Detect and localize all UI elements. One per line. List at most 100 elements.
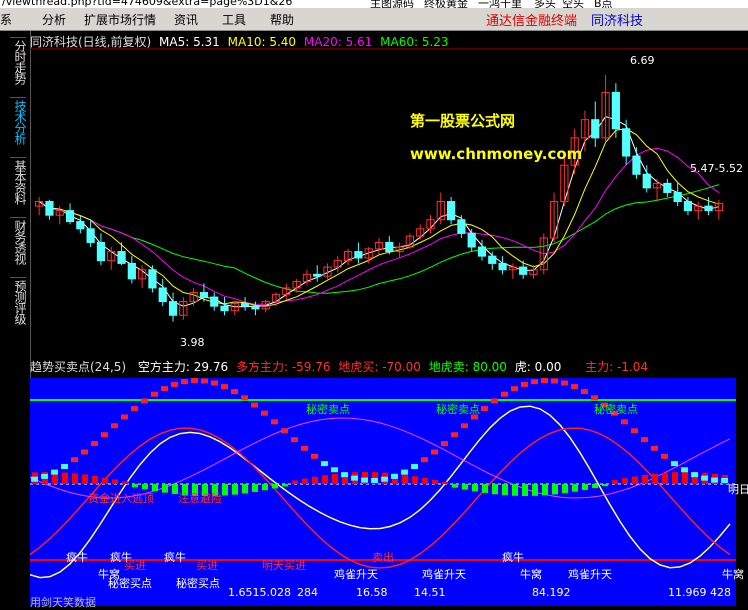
signal-caution: 注意避险 [178, 492, 222, 505]
address-link-3[interactable]: 一鸿千里 [478, 0, 522, 8]
menu-item-help[interactable]: 帮助 [270, 11, 294, 28]
trend-block [281, 428, 288, 434]
trend-block [101, 432, 108, 438]
trend-block [381, 476, 388, 482]
dihu-buy-value: 地虎买: -70.00 [338, 360, 421, 374]
tab-fundamentals[interactable]: 基本资料 [10, 157, 27, 218]
trend-block [411, 463, 418, 469]
signal-secret-sell-1: 秘密卖点 [306, 403, 350, 416]
histogram-bar [242, 484, 248, 494]
trend-block [591, 395, 598, 401]
duofang-value: 多方主力: -59.76 [235, 360, 331, 374]
menu-item-tools[interactable]: 工具 [222, 11, 246, 28]
ma10-line [38, 128, 720, 307]
histogram-bar [322, 475, 328, 484]
signal-top-sell: 卖出 [372, 551, 394, 564]
signal-niu-3: 疯牛 [164, 551, 186, 564]
trend-block [131, 406, 138, 412]
address-link-1[interactable]: 主图源码 [370, 0, 414, 8]
trend-block [461, 423, 468, 429]
trend-block [51, 469, 58, 475]
address-url[interactable]: /viewthread.php?tid=474609&extra=page%3D… [2, 0, 292, 8]
histogram-bar [612, 480, 618, 484]
histogram-bar [522, 484, 528, 496]
histogram-bar [132, 484, 138, 488]
menu-item-news[interactable]: 资讯 [174, 11, 198, 28]
histogram-bar [542, 484, 548, 496]
indicator-name: 趋势买卖点(24,5) [30, 360, 127, 374]
trend-block [501, 391, 508, 397]
bottom-value-5: 84.192 [532, 586, 571, 599]
histogram-bar [632, 476, 638, 484]
histogram-bar [642, 474, 648, 484]
histogram-bar [262, 484, 268, 491]
address-link-5[interactable]: 空头 [562, 0, 584, 8]
stock-title: 同济科技 [591, 14, 644, 29]
trend-block [311, 453, 318, 459]
trend-block [691, 472, 698, 478]
histogram-bar [222, 484, 228, 496]
candle-body [354, 251, 363, 259]
menu-item-analysis[interactable]: 分析 [42, 11, 66, 28]
candle-body [591, 119, 600, 139]
trend-block [261, 410, 268, 416]
signal-secret-sell-2: 秘密卖点 [436, 403, 480, 416]
menu-item-market[interactable]: 扩展市场行情 [84, 11, 156, 28]
histogram-bar [142, 484, 148, 490]
trend-block [481, 406, 488, 412]
candle-body [457, 219, 466, 234]
histogram-bar [562, 484, 568, 494]
trend-block [551, 378, 558, 384]
trend-block [321, 461, 328, 467]
trend-block [271, 419, 278, 425]
candle-body [498, 262, 507, 271]
histogram-bar [652, 473, 658, 484]
address-link-2[interactable]: 终极黄金 [424, 0, 468, 8]
trend-block [511, 386, 518, 392]
address-link-4[interactable]: 多头 [534, 0, 556, 8]
tab-technical[interactable]: 技术分析 [10, 97, 27, 158]
trend-block [531, 379, 538, 385]
menu-item-system[interactable]: 系 [0, 11, 12, 28]
tab-finance[interactable]: 财务透视 [10, 217, 27, 278]
trend-block [171, 381, 178, 387]
signal-niu-1: 疯牛 [66, 551, 88, 564]
main-chart-header: 同济科技(日线,前复权) MA5: 5.31 MA10: 5.40 MA20: … [30, 33, 449, 49]
low-price-label: 3.98 [180, 336, 205, 349]
histogram-bar [252, 484, 258, 492]
watermark-url: www.chnmoney.com [410, 145, 583, 163]
histogram-bar [452, 484, 458, 488]
candle-body [704, 205, 713, 212]
histogram-bar [92, 475, 98, 484]
trend-block [721, 477, 728, 483]
histogram-bar [292, 480, 298, 484]
candlestick-chart[interactable] [30, 48, 748, 348]
histogram-bar [112, 479, 118, 484]
trend-block [541, 378, 548, 384]
trend-block [291, 437, 298, 443]
candle-body [251, 305, 260, 310]
trend-block [41, 473, 48, 479]
address-bar[interactable]: /viewthread.php?tid=474609&extra=page%3D… [0, 0, 748, 8]
tab-forecast[interactable]: 预测评级 [10, 277, 27, 338]
bottom-value-1: 1.6515.028 [228, 586, 291, 599]
trend-block [491, 398, 498, 404]
trend-block [621, 419, 628, 425]
candle-body [158, 287, 167, 303]
histogram-bar [482, 484, 488, 493]
trend-block [441, 441, 448, 447]
address-link-6[interactable]: B点 [594, 0, 613, 8]
signal-que-3: 鸡雀升天 [568, 568, 612, 581]
candle-body [477, 246, 487, 257]
trend-block [641, 437, 648, 443]
histogram-bar [162, 484, 168, 493]
tab-intraday[interactable]: 分时走势 [10, 37, 27, 98]
trend-block [561, 380, 568, 386]
ma20-line [38, 147, 720, 305]
trend-block [141, 398, 148, 404]
histogram-bar [512, 484, 518, 496]
candle-body [86, 228, 95, 243]
signal-buy-in: 买进 [124, 559, 146, 572]
histogram-bar [472, 484, 478, 492]
trend-block [711, 477, 718, 483]
